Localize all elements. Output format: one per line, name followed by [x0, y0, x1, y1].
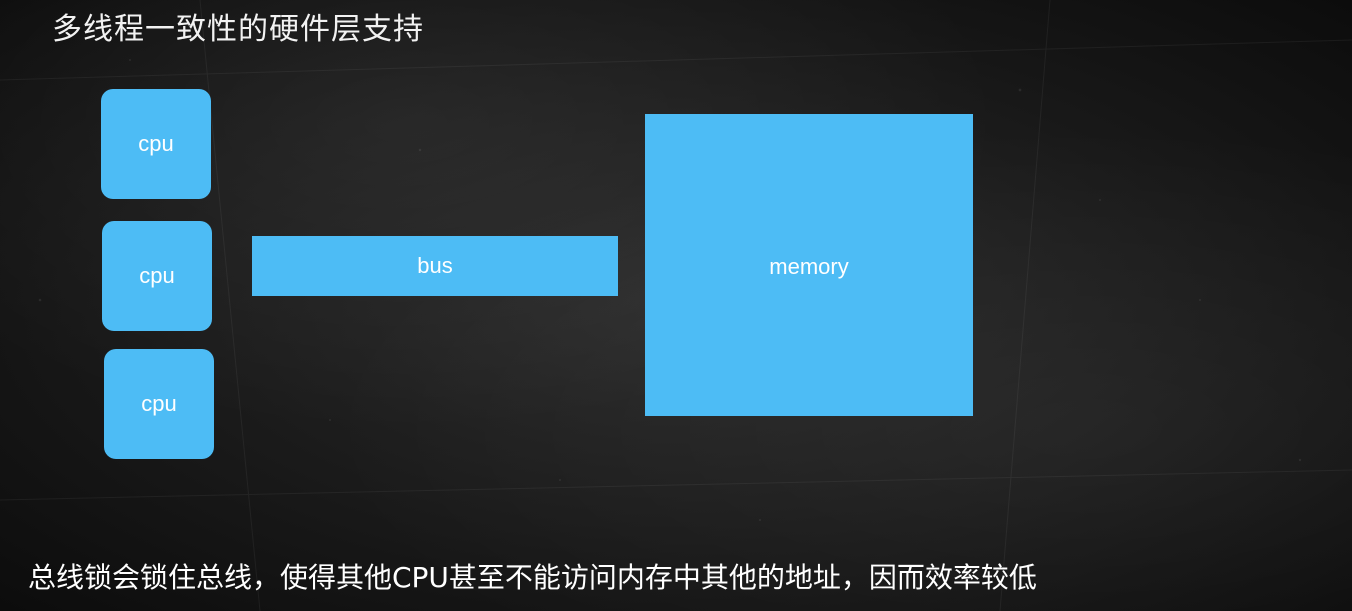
cpu-label: cpu — [138, 131, 174, 156]
slide: { "title": "多线程一致性的硬件层支持", "diagram": { … — [0, 0, 1352, 611]
cpu-box: cpu — [102, 221, 212, 331]
bus-box: bus — [252, 236, 618, 296]
bus-label: bus — [417, 253, 453, 278]
subtitle-caption: 总线锁会锁住总线，使得其他CPU甚至不能访问内存中其他的地址，因而效率较低 — [28, 561, 1037, 594]
memory-label: memory — [769, 254, 849, 279]
cpu-label: cpu — [141, 391, 177, 416]
cpu-box: cpu — [104, 349, 214, 459]
memory-box: memory — [645, 114, 973, 416]
page-title: 多线程一致性的硬件层支持 — [52, 12, 424, 47]
cpu-box: cpu — [101, 89, 211, 199]
cpu-label: cpu — [139, 263, 175, 288]
